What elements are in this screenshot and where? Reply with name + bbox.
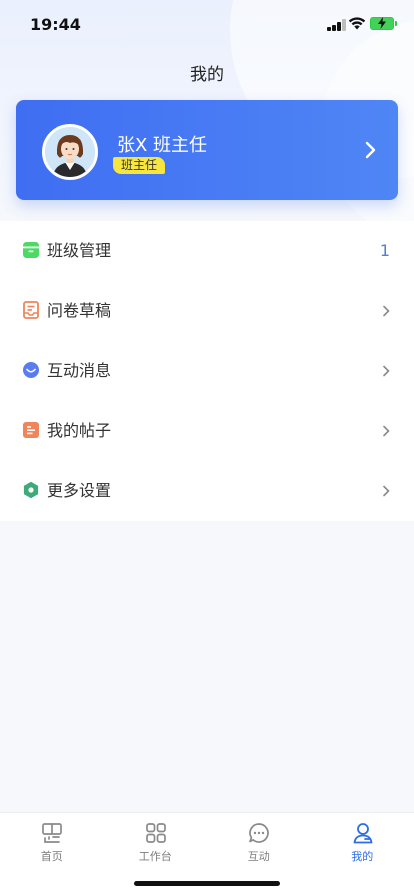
- chevron-right-icon[interactable]: [364, 140, 378, 160]
- chevron-right-icon: [383, 485, 390, 497]
- settings-icon: [23, 481, 39, 499]
- message-icon: [23, 362, 39, 378]
- avatar: [42, 124, 98, 180]
- chat-icon: [249, 823, 269, 843]
- profile-card[interactable]: 张X 班主任 班主任: [16, 100, 398, 200]
- tab-workbench[interactable]: 工作台: [104, 813, 208, 873]
- signal-icon: [327, 18, 347, 31]
- draft-icon: [23, 301, 39, 319]
- profile-icon: [353, 823, 372, 844]
- tab-interaction[interactable]: 互动: [207, 813, 311, 873]
- page-title: 我的: [190, 65, 224, 85]
- workbench-icon: [145, 823, 166, 843]
- menu-item-label: 问卷草稿: [47, 301, 112, 320]
- settings-menu: 班级管理 1 问卷草稿 互动消息 我的帖子 更多设置: [0, 221, 414, 521]
- menu-item-more-settings[interactable]: 更多设置: [0, 461, 414, 521]
- menu-item-interactive-messages[interactable]: 互动消息: [0, 341, 414, 401]
- tab-label: 工作台: [138, 850, 172, 863]
- chevron-right-icon: [383, 365, 390, 377]
- status-bar: 19:44: [0, 0, 414, 48]
- menu-item-label: 我的帖子: [47, 421, 112, 440]
- menu-item-label: 更多设置: [47, 481, 112, 500]
- class-icon: [23, 242, 39, 258]
- home-indicator: [134, 881, 280, 886]
- tab-profile[interactable]: 我的: [311, 813, 414, 873]
- charging-icon: [378, 17, 386, 29]
- tab-label: 互动: [247, 850, 270, 863]
- tab-label: 我的: [351, 850, 374, 863]
- post-icon: [23, 422, 39, 438]
- menu-item-class-management[interactable]: 班级管理 1: [0, 221, 414, 281]
- teacher-avatar-icon: [45, 127, 95, 177]
- status-time: 19:44: [30, 15, 81, 34]
- menu-item-label: 班级管理: [47, 241, 112, 260]
- user-name: 张X 班主任: [117, 135, 208, 156]
- chevron-right-icon: [383, 425, 390, 437]
- menu-item-label: 互动消息: [47, 361, 112, 380]
- home-icon: [42, 823, 62, 843]
- tab-home[interactable]: 首页: [0, 813, 104, 873]
- battery-icon: [370, 17, 397, 30]
- menu-item-my-posts[interactable]: 我的帖子: [0, 401, 414, 461]
- role-badge: 班主任: [113, 157, 166, 174]
- menu-item-survey-drafts[interactable]: 问卷草稿: [0, 281, 414, 341]
- class-count: 1: [379, 241, 390, 260]
- wifi-icon: [348, 17, 366, 30]
- tab-label: 首页: [40, 850, 63, 863]
- chevron-right-icon: [383, 305, 390, 317]
